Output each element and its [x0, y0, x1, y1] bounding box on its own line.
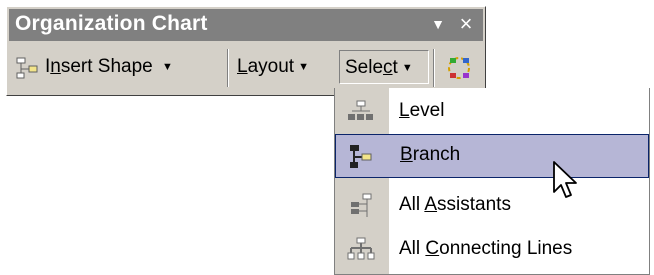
level-icon — [348, 100, 373, 120]
toolbar-separator — [433, 49, 435, 87]
org-chart-toolbar: Organization Chart ▼ × Insert Shape ▼ La… — [6, 6, 486, 96]
chevron-down-icon: ▼ — [401, 62, 413, 74]
menu-accesskey: B — [400, 144, 413, 165]
menu-accesskey: A — [424, 194, 438, 215]
menu-label-part: ranch — [412, 144, 461, 165]
insert-shape-icon — [16, 57, 38, 79]
toolbar-title-bar[interactable]: Organization Chart ▼ × — [9, 9, 483, 41]
menu-accesskey: C — [425, 238, 440, 259]
layout-button[interactable]: Layout ▼ — [237, 50, 333, 84]
connecting-lines-icon — [347, 237, 375, 260]
chevron-down-icon: ▼ — [298, 61, 309, 73]
branch-icon — [350, 145, 372, 168]
toolbar-row: Insert Shape ▼ Layout ▼ Select ▼ — [9, 43, 483, 93]
insert-shape-label-part: sert Shape — [60, 56, 153, 78]
toolbar-title: Organization Chart — [15, 12, 208, 35]
insert-shape-accesskey: n — [50, 56, 61, 78]
mouse-pointer-icon — [553, 161, 577, 198]
select-label-part: t — [392, 57, 398, 79]
menu-item-all-connecting-lines[interactable]: All Connecting Lines — [335, 228, 649, 272]
select-label-part: Sele — [345, 57, 384, 79]
layout-label-part: ayout — [247, 56, 295, 78]
autoformat-button[interactable] — [441, 50, 479, 84]
chevron-down-icon: ▼ — [162, 61, 173, 73]
select-dropdown-menu: Level Branch All Assistants All Connecti… — [334, 88, 650, 275]
layout-accesskey: L — [237, 56, 248, 78]
toolbar-options-dropdown-icon[interactable]: ▼ — [427, 11, 449, 37]
menu-accesskey: L — [399, 100, 410, 121]
select-accesskey: c — [383, 57, 393, 79]
toolbar-separator — [227, 49, 229, 87]
menu-item-branch[interactable]: Branch — [335, 134, 649, 178]
autoformat-icon — [448, 57, 470, 79]
menu-label-part: ssistants — [437, 194, 511, 215]
menu-label-part: onnecting Lines — [439, 238, 573, 259]
menu-item-all-assistants[interactable]: All Assistants — [335, 184, 649, 228]
menu-label-part: All — [399, 194, 425, 215]
insert-shape-button[interactable]: Insert Shape ▼ — [15, 50, 223, 84]
menu-label-part: evel — [409, 100, 445, 121]
menu-item-level[interactable]: Level — [335, 90, 649, 134]
menu-label-part: All — [399, 238, 426, 259]
close-icon[interactable]: × — [455, 11, 477, 37]
assistants-icon — [351, 193, 372, 217]
select-button[interactable]: Select ▼ — [339, 50, 429, 84]
